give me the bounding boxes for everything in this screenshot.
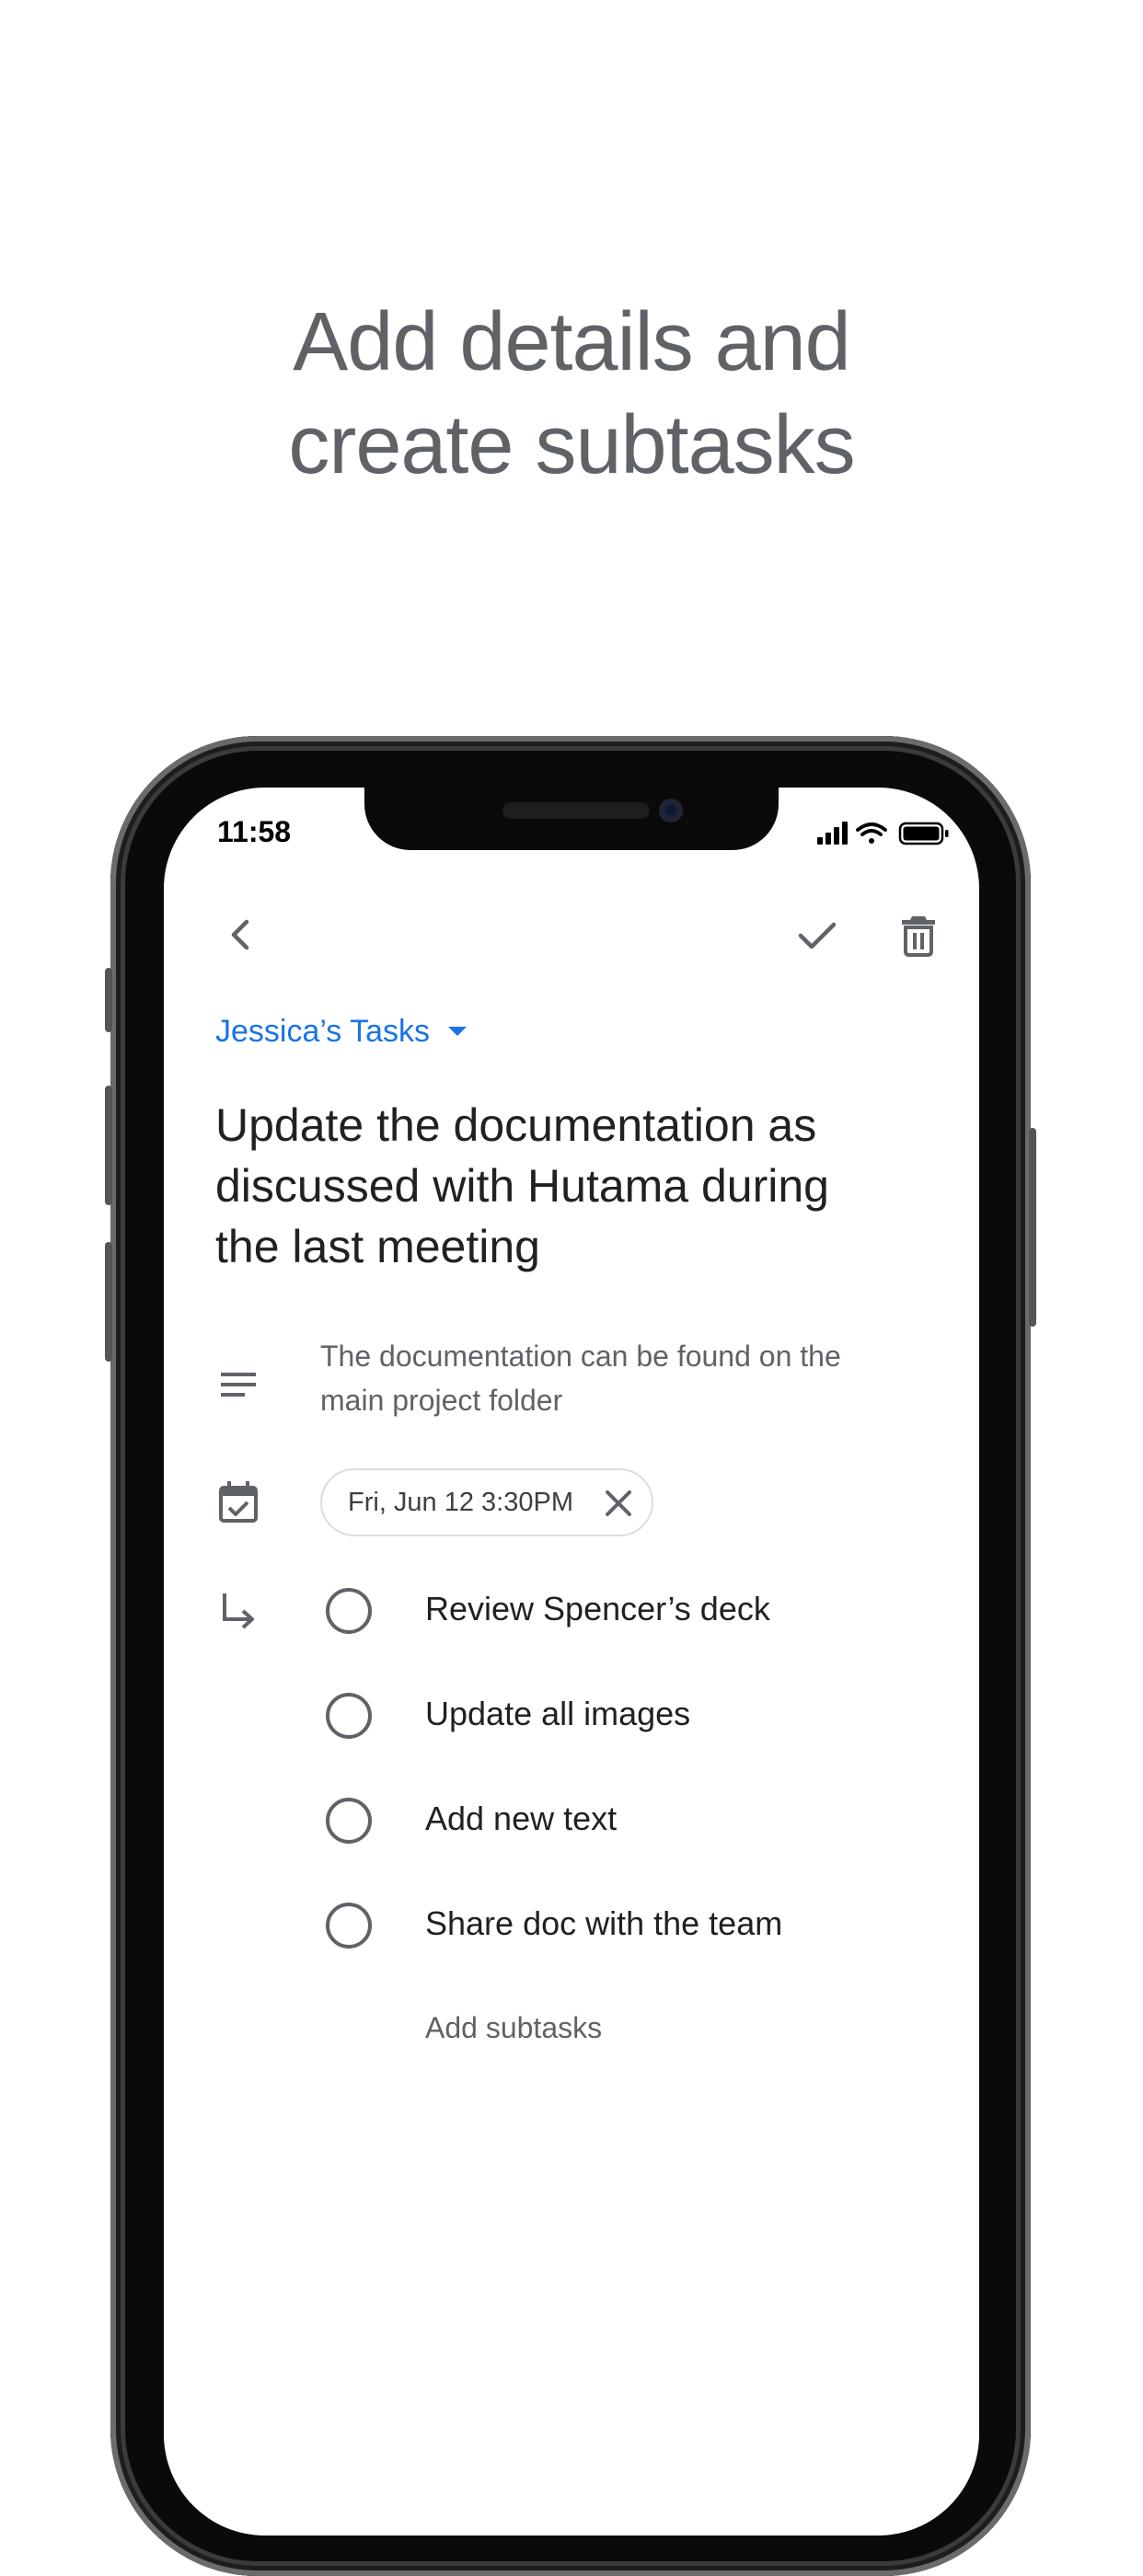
- task-title-line: discussed with Hutama during: [215, 1160, 829, 1212]
- app-screen: 11:58 Jessica’s Tasks Update the documen…: [164, 788, 979, 2536]
- task-details-line: The documentation can be found on the: [320, 1340, 841, 1373]
- chevron-left-icon: [231, 919, 249, 950]
- phone-side-button-power: [1029, 1128, 1036, 1327]
- status-time: 11:58: [217, 815, 292, 848]
- task-details-line: main project folder: [320, 1384, 563, 1417]
- subtask-checkbox[interactable]: [326, 1798, 372, 1844]
- subtask-item: Update all images: [320, 1684, 946, 1748]
- mark-complete-button[interactable]: [790, 907, 845, 962]
- front-camera: [659, 799, 683, 822]
- subtask-item: Share doc with the team: [320, 1893, 946, 1958]
- details-icon: [212, 1358, 265, 1411]
- back-button[interactable]: [215, 907, 271, 962]
- wifi-icon: [856, 822, 887, 844]
- subtask-checkbox[interactable]: [326, 1693, 372, 1739]
- speaker-grille: [502, 802, 650, 819]
- subtask-item: Add new text: [320, 1788, 946, 1853]
- task-title-line: Update the documentation as: [215, 1099, 817, 1151]
- task-title[interactable]: Update the documentation as discussed wi…: [215, 1095, 942, 1277]
- dropdown-caret-icon: [448, 1027, 468, 1036]
- subtask-label[interactable]: Review Spencer’s deck: [425, 1590, 770, 1628]
- checkmark-icon: [798, 922, 837, 949]
- subtask-arrow-icon: [212, 1584, 265, 1638]
- add-subtasks-button[interactable]: Add subtasks: [425, 2011, 602, 2045]
- subtask-label[interactable]: Add new text: [425, 1800, 617, 1838]
- promo-headline-line-1: Add details and: [293, 296, 850, 388]
- close-icon: [606, 1490, 631, 1516]
- task-title-line: the last meeting: [215, 1221, 540, 1272]
- subtask-checkbox[interactable]: [326, 1588, 372, 1634]
- phone-side-button-mute: [105, 968, 112, 1032]
- task-details[interactable]: The documentation can be found on the ma…: [320, 1334, 946, 1422]
- subtask-checkbox[interactable]: [326, 1903, 372, 1949]
- phone-notch: [364, 788, 779, 850]
- task-list-selector[interactable]: Jessica’s Tasks: [215, 1008, 468, 1054]
- trash-icon: [902, 916, 935, 957]
- battery-icon: [898, 822, 949, 845]
- cellular-signal-icon: [817, 822, 848, 845]
- status-icons: [817, 821, 955, 846]
- calendar-check-icon: [212, 1476, 265, 1529]
- phone-side-button-volume-down: [105, 1242, 112, 1362]
- clear-date-button[interactable]: [598, 1483, 639, 1524]
- due-date-chip[interactable]: Fri, Jun 12 3:30PM: [320, 1468, 653, 1536]
- subtask-label[interactable]: Update all images: [425, 1695, 690, 1733]
- subtask-item: Review Spencer’s deck: [320, 1579, 946, 1643]
- promo-headline: Add details and create subtasks: [0, 291, 1143, 497]
- due-date-text: Fri, Jun 12 3:30PM: [348, 1487, 573, 1517]
- delete-button[interactable]: [891, 907, 946, 962]
- subtask-label[interactable]: Share doc with the team: [425, 1904, 782, 1943]
- phone-side-button-volume-up: [105, 1086, 112, 1205]
- task-list-name: Jessica’s Tasks: [215, 1013, 431, 1049]
- promo-headline-line-2: create subtasks: [288, 399, 855, 491]
